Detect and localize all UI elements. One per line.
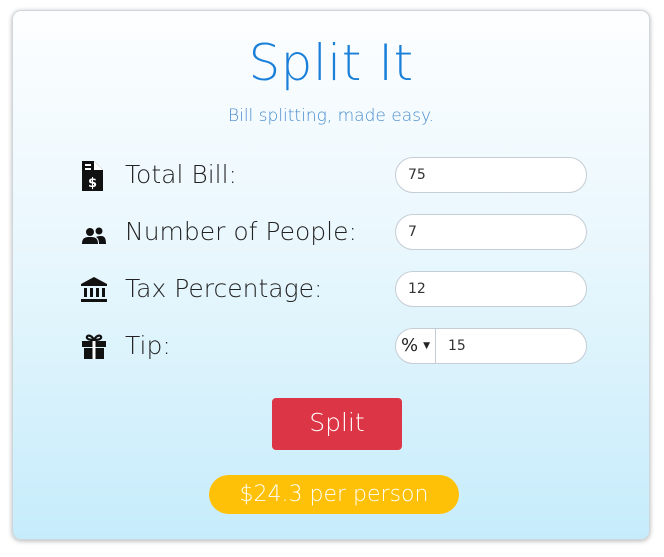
bank-icon <box>79 275 109 305</box>
people-input[interactable]: 7 <box>395 214 587 250</box>
app-subtitle: Bill splitting, made easy. <box>227 106 435 126</box>
tip-mode-value: % <box>401 335 419 356</box>
tip-row: Tip: % ▼ 15 <box>79 328 589 366</box>
split-it-card: Split It Bill splitting, made easy. $ To… <box>12 10 650 540</box>
total-bill-label: Total Bill: <box>125 160 237 189</box>
tax-row: Tax Percentage: 12 <box>79 271 589 309</box>
tax-input[interactable]: 12 <box>395 271 587 307</box>
app-title: Split It <box>248 34 414 92</box>
result-badge: $24.3 per person <box>209 475 459 514</box>
users-icon <box>79 218 109 248</box>
total-bill-row: $ Total Bill: 75 <box>79 157 589 195</box>
tip-mode-select[interactable]: % ▼ <box>396 329 436 363</box>
tax-label: Tax Percentage: <box>125 274 323 303</box>
caret-down-icon: ▼ <box>423 341 430 351</box>
gift-icon <box>79 332 109 362</box>
total-bill-input[interactable]: 75 <box>395 157 587 193</box>
svg-text:$: $ <box>88 176 97 191</box>
people-label: Number of People: <box>125 217 357 246</box>
tip-label: Tip: <box>125 331 171 360</box>
people-row: Number of People: 7 <box>79 214 589 252</box>
split-button[interactable]: Split <box>272 398 402 450</box>
tip-input[interactable]: 15 <box>448 329 466 363</box>
tip-input-group: % ▼ 15 <box>395 328 587 364</box>
invoice-dollar-icon: $ <box>79 161 109 191</box>
